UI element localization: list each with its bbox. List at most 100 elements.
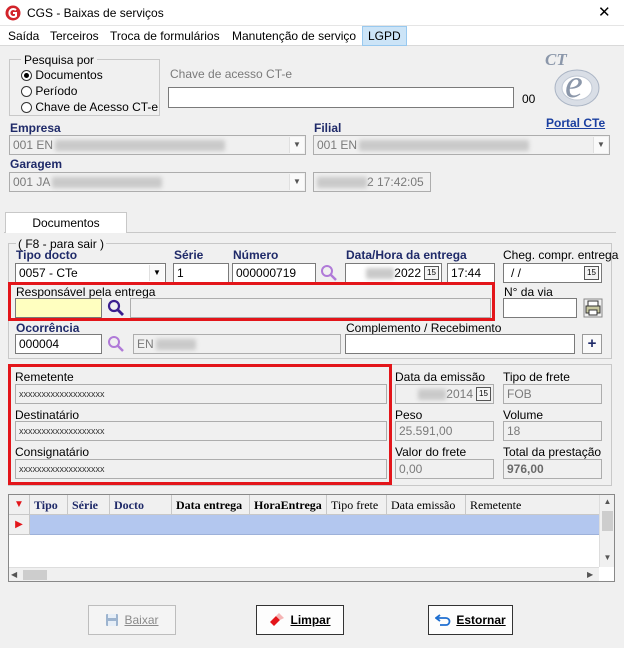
grid-col-remetente[interactable]: Remetente (466, 495, 599, 515)
chave-suffix: 00 (522, 92, 536, 106)
complemento-label: Complemento / Recebimento (346, 321, 502, 335)
grid-col-data-emissao[interactable]: Data emissão (387, 495, 466, 515)
grid-header: ▼ Tipo Série Docto Data entrega HoraEntr… (9, 495, 614, 515)
peso-field: 25.591,00 (395, 421, 494, 441)
save-icon (106, 614, 119, 626)
scroll-thumb-horizontal[interactable] (23, 570, 47, 580)
radio-chave-acesso[interactable]: Chave de Acesso CT-e (21, 100, 158, 114)
tipo-frete-label: Tipo de frete (503, 370, 570, 384)
menu-terceiros[interactable]: Terceiros (47, 27, 102, 45)
calendar-icon[interactable]: 15 (424, 266, 439, 280)
complemento-input[interactable] (345, 334, 575, 354)
baixar-button[interactable]: Baixar (88, 605, 176, 635)
table-row[interactable] (30, 515, 599, 535)
search-icon[interactable] (107, 335, 125, 353)
scroll-left-icon[interactable]: ◀ (11, 568, 17, 582)
data-emissao-label: Data da emissão (395, 370, 486, 384)
data-entrega-input[interactable]: 2022 15 (345, 263, 442, 283)
via-label: N° da via (504, 285, 553, 299)
window-title: CGS - Baixas de serviços (27, 6, 164, 20)
chevron-down-icon: ▼ (289, 174, 304, 190)
title-bar: CGS - Baixas de serviços ✕ (0, 0, 624, 26)
total-prestacao-field: 976,00 (503, 459, 602, 479)
via-input[interactable] (503, 298, 577, 318)
scroll-down-icon[interactable]: ▼ (600, 553, 615, 562)
volume-field: 18 (503, 421, 602, 441)
chevron-down-icon: ▼ (149, 265, 164, 281)
tipo-frete-field: FOB (503, 384, 602, 404)
garagem-label: Garagem (10, 157, 63, 171)
chave-acesso-input[interactable] (168, 87, 514, 108)
responsavel-label: Responsável pela entrega (16, 285, 156, 299)
calendar-icon[interactable]: 15 (584, 266, 599, 280)
filial-label: Filial (314, 121, 342, 135)
eraser-icon (270, 613, 285, 626)
search-group-label: Pesquisa por (21, 53, 98, 67)
grid-col-tipo[interactable]: Tipo (30, 495, 68, 515)
valor-frete-field: 0,00 (395, 459, 494, 479)
scroll-up-icon[interactable]: ▲ (600, 497, 615, 506)
peso-label: Peso (395, 408, 423, 422)
close-icon[interactable]: ✕ (598, 3, 611, 21)
add-button[interactable]: + (582, 334, 602, 354)
total-prestacao-label: Total da prestação (503, 445, 602, 459)
ocorrencia-code-input[interactable]: 000004 (15, 334, 102, 354)
estornar-button[interactable]: Estornar (428, 605, 513, 635)
tab-documentos[interactable]: Documentos (5, 212, 127, 233)
menu-saida[interactable]: Saída (5, 27, 42, 45)
empresa-label: Empresa (10, 121, 61, 135)
consignatario-field: xxxxxxxxxxxxxxxxxxx (15, 459, 387, 479)
grid-col-tipo-frete[interactable]: Tipo frete (327, 495, 387, 515)
serie-input[interactable]: 1 (173, 263, 229, 283)
search-icon[interactable] (320, 264, 338, 282)
vertical-scrollbar[interactable]: ▲ ▼ (599, 495, 614, 567)
responsavel-input[interactable] (15, 298, 102, 318)
cheg-compr-label: Cheg. compr. entrega (503, 248, 619, 262)
grid-col-data-entrega[interactable]: Data entrega (172, 495, 250, 515)
menu-manutencao-servico[interactable]: Manutenção de serviço (229, 27, 359, 45)
empresa-select[interactable]: 001 EN ▼ (9, 135, 306, 155)
garagem-datetime: 2 17:42:05 (313, 172, 431, 192)
radio-documentos[interactable]: Documentos (21, 68, 103, 82)
filial-select[interactable]: 001 EN ▼ (313, 135, 610, 155)
scroll-thumb[interactable] (602, 511, 613, 531)
cheg-compr-input[interactable]: / / 15 (503, 263, 602, 283)
consignatario-label: Consignatário (15, 445, 90, 459)
numero-input[interactable]: 000000719 (232, 263, 316, 283)
documents-grid[interactable]: ▼ Tipo Série Docto Data entrega HoraEntr… (8, 494, 615, 582)
volume-label: Volume (503, 408, 544, 422)
chevron-down-icon: ▼ (289, 137, 304, 153)
grid-col-hora-entrega[interactable]: HoraEntrega (250, 495, 327, 515)
horizontal-scrollbar[interactable]: ◀ ▶ (9, 567, 599, 581)
grid-col-docto[interactable]: Docto (110, 495, 172, 515)
radio-periodo[interactable]: Período (21, 84, 77, 98)
destinatario-label: Destinatário (15, 408, 80, 422)
garagem-select[interactable]: 001 JA ▼ (9, 172, 306, 192)
remetente-label: Remetente (15, 370, 74, 384)
hora-entrega-input[interactable]: 17:44 (447, 263, 495, 283)
remetente-field: xxxxxxxxxxxxxxxxxxx (15, 384, 387, 404)
menu-troca-formularios[interactable]: Troca de formulários (107, 27, 223, 45)
data-emissao-field: 2014 15 (395, 384, 494, 404)
scroll-right-icon[interactable]: ▶ (587, 568, 593, 582)
grid-col-serie[interactable]: Série (68, 495, 110, 515)
ocorrencia-desc: EN (133, 334, 341, 354)
menu-bar: Saída Terceiros Troca de formulários Man… (0, 26, 624, 46)
radio-button-icon (21, 86, 32, 98)
valor-frete-label: Valor do frete (395, 445, 467, 459)
tipo-docto-label: Tipo docto (16, 248, 78, 262)
radio-button-icon (21, 70, 32, 82)
search-icon[interactable] (107, 299, 125, 317)
portal-cte-link[interactable]: Portal CTe (546, 116, 605, 130)
row-indicator-icon: ▶ (9, 515, 30, 535)
sort-indicator-icon: ▼ (9, 495, 30, 515)
destinatario-field: xxxxxxxxxxxxxxxxxxx (15, 421, 387, 441)
responsavel-name (130, 298, 491, 318)
print-icon[interactable] (583, 298, 603, 318)
undo-icon (435, 614, 451, 626)
radio-button-icon (21, 102, 32, 114)
limpar-button[interactable]: Limpar (256, 605, 344, 635)
menu-lgpd[interactable]: LGPD (362, 26, 407, 46)
serie-label: Série (174, 248, 204, 262)
tipo-docto-select[interactable]: 0057 - CTe ▼ (15, 263, 166, 283)
